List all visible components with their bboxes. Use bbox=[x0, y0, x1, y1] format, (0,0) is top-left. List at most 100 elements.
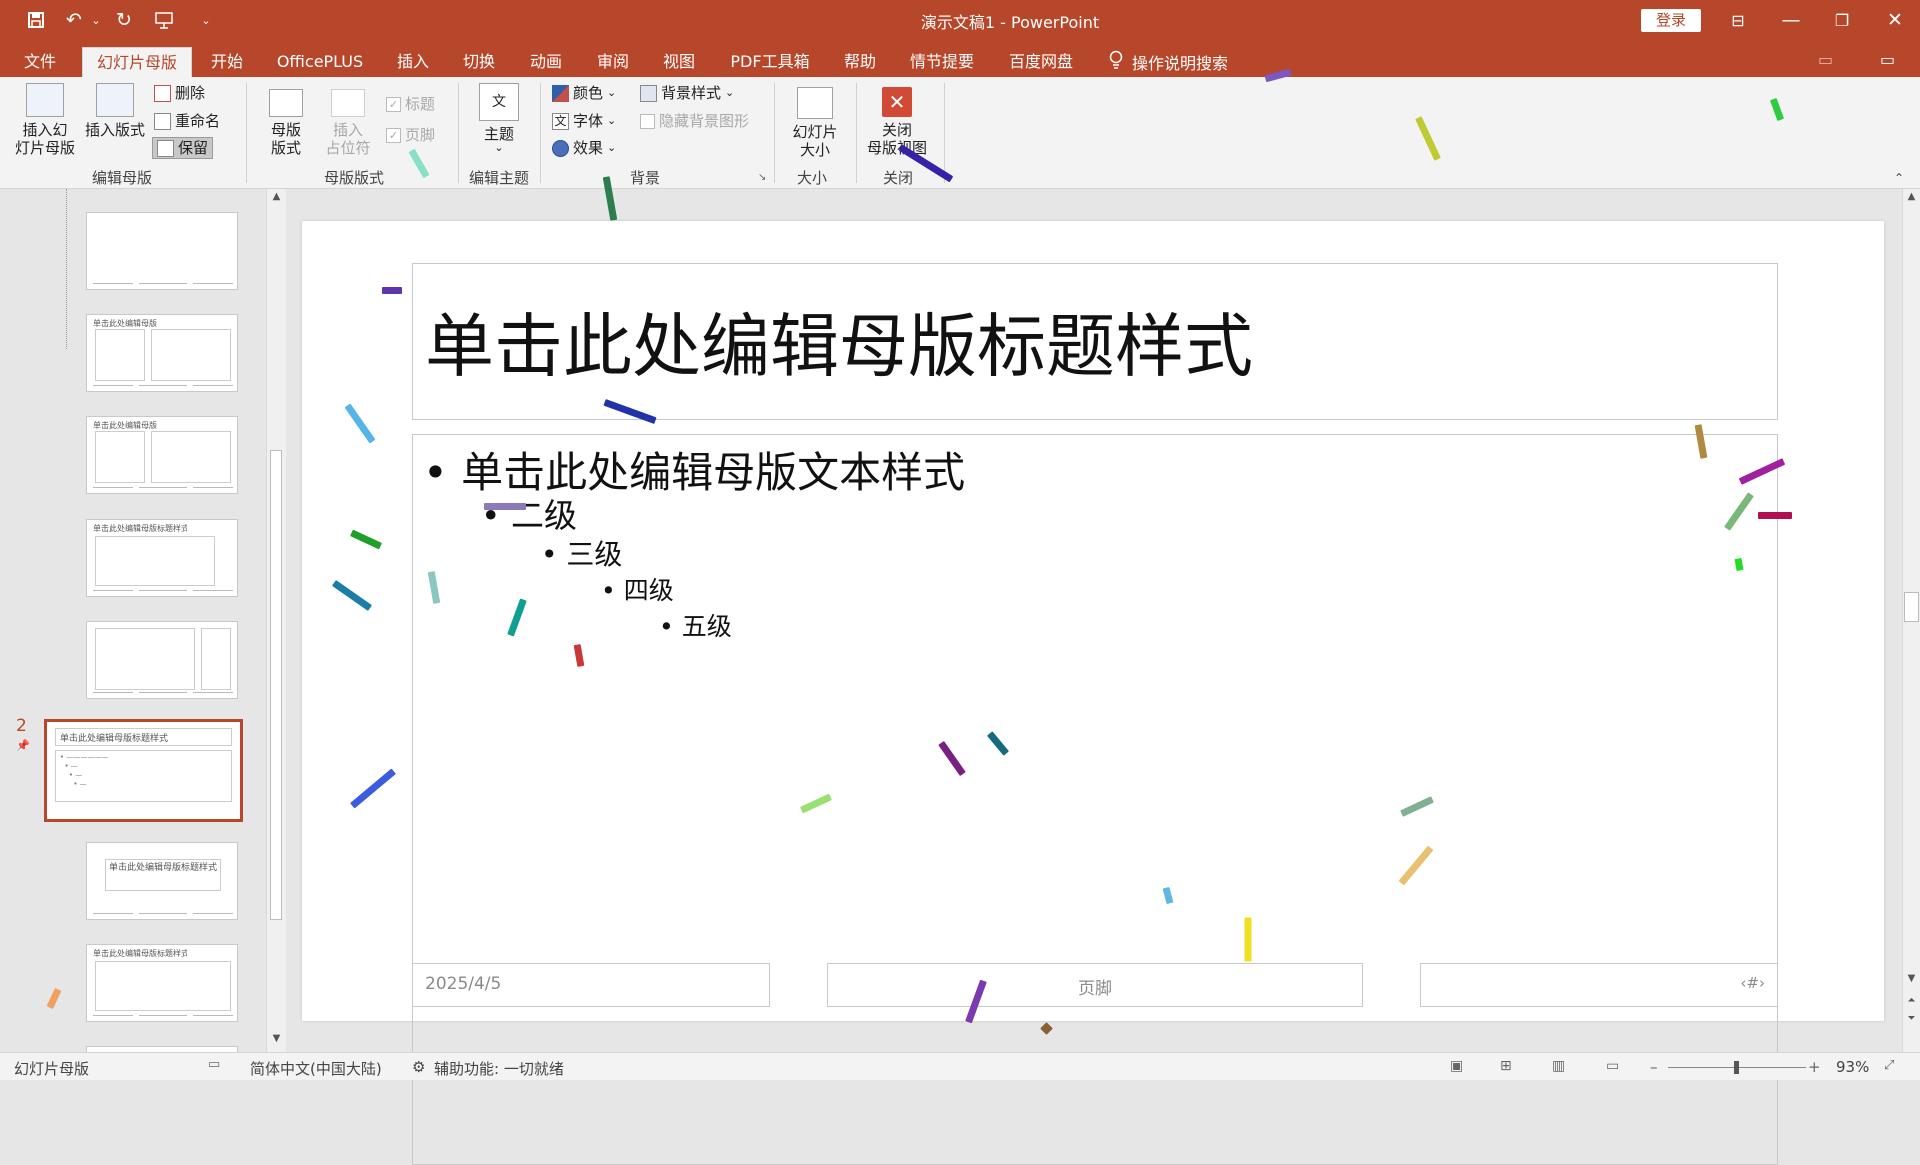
fit-to-window-icon[interactable]: ⤢ bbox=[1884, 1058, 1894, 1073]
slide-scrollbar[interactable]: ▲ ▼ ⏶ ⏷ bbox=[1902, 189, 1920, 1052]
scroll-up-icon[interactable]: ▲ bbox=[1904, 191, 1919, 207]
fonts-button[interactable]: 文 字体 ⌄ bbox=[552, 110, 616, 132]
slide-number-placeholder[interactable]: ‹#› bbox=[1420, 963, 1778, 1007]
undo-dropdown-icon[interactable]: ⌄ bbox=[84, 8, 108, 32]
thumbnail-title: 单击此处编辑母版标题样式 bbox=[93, 524, 187, 533]
insert-slide-master-icon bbox=[26, 83, 64, 117]
thumbnail-content-layout[interactable]: 单击此处编辑母版标题样式 bbox=[86, 944, 238, 1022]
insert-layout-icon bbox=[96, 83, 134, 117]
comments-icon[interactable]: ▭ bbox=[1880, 50, 1895, 69]
normal-view-icon[interactable]: ▣ bbox=[1450, 1058, 1463, 1074]
slide-size-button[interactable]: 幻灯片 大小 bbox=[782, 87, 848, 159]
slide-sorter-icon[interactable]: ⊞ bbox=[1500, 1058, 1512, 1074]
restore-icon[interactable]: ❐ bbox=[1830, 8, 1854, 32]
spelling-icon[interactable]: ▭ bbox=[208, 1057, 220, 1072]
accessibility-icon[interactable]: ⚙ bbox=[412, 1058, 425, 1076]
thumbnail-title: 单击此处编辑母版标题样式 bbox=[105, 859, 221, 891]
preserve-button[interactable]: 保留 bbox=[152, 137, 214, 159]
thumbnail-layout-3[interactable]: 单击此处编辑母版标题样式 bbox=[86, 416, 238, 494]
title-checkbox[interactable]: ✓ 标题 bbox=[386, 93, 435, 115]
tab-home[interactable]: 开始 bbox=[200, 47, 254, 77]
colors-button[interactable]: 颜色 ⌄ bbox=[552, 82, 616, 104]
master-layout-button[interactable]: 母版 版式 bbox=[256, 89, 316, 157]
zoom-slider-thumb[interactable] bbox=[1734, 1061, 1740, 1074]
date-placeholder[interactable]: 2025/4/5 bbox=[412, 963, 770, 1007]
thumbnail-layout-1[interactable] bbox=[86, 212, 238, 290]
minimize-icon[interactable]: — bbox=[1779, 8, 1803, 32]
themes-button[interactable]: 文 主题 ⌄ bbox=[470, 83, 528, 153]
background-styles-button[interactable]: 背景样式 ⌄ bbox=[640, 82, 734, 104]
undo-icon[interactable]: ↶ bbox=[62, 8, 86, 32]
status-language[interactable]: 简体中文(中国大陆) bbox=[250, 1058, 382, 1079]
tab-transitions[interactable]: 切换 bbox=[452, 47, 506, 77]
customize-toolbar-icon[interactable]: ⌄ bbox=[194, 8, 218, 32]
scroll-down-icon[interactable]: ▼ bbox=[1904, 973, 1919, 989]
delete-button[interactable]: 删除 bbox=[154, 82, 205, 104]
rename-icon bbox=[154, 112, 171, 130]
thumbnail-layout-4[interactable]: 单击此处编辑母版标题样式 bbox=[86, 519, 238, 597]
themes-dropdown-icon: ⌄ bbox=[494, 141, 504, 154]
rename-label: 重命名 bbox=[175, 112, 221, 130]
present-from-start-icon[interactable] bbox=[152, 8, 176, 32]
thumbnail-layout-5[interactable] bbox=[86, 621, 238, 699]
status-accessibility[interactable]: 辅助功能: 一切就绪 bbox=[434, 1058, 564, 1079]
effects-button[interactable]: 效果 ⌄ bbox=[552, 137, 616, 159]
slide-scroll-thumb[interactable] bbox=[1904, 592, 1919, 622]
tab-view[interactable]: 视图 bbox=[652, 47, 706, 77]
scroll-down-icon[interactable]: ▼ bbox=[269, 1033, 284, 1049]
close-master-view-button[interactable]: ✕ 关闭 母版视图 bbox=[864, 87, 930, 157]
tab-file[interactable]: 文件 bbox=[14, 47, 66, 77]
footer-placeholder[interactable]: 页脚 bbox=[827, 963, 1363, 1007]
footer-checkbox[interactable]: ✓ 页脚 bbox=[386, 124, 435, 146]
tell-me-search[interactable]: 操作说明搜索 bbox=[1108, 47, 1228, 77]
tab-review[interactable]: 审阅 bbox=[586, 47, 640, 77]
rename-button[interactable]: 重命名 bbox=[154, 110, 220, 132]
tab-storyboarding[interactable]: 情节提要 bbox=[904, 47, 980, 77]
reading-view-icon[interactable]: ▥ bbox=[1552, 1058, 1565, 1074]
zoom-level[interactable]: 93% bbox=[1836, 1058, 1869, 1076]
next-slide-icon[interactable]: ⏷ bbox=[1904, 1013, 1919, 1029]
hide-background-graphics-checkbox[interactable]: 隐藏背景图形 bbox=[640, 110, 749, 132]
close-window-icon[interactable]: ✕ bbox=[1883, 8, 1907, 32]
close-master-label: 关闭 母版视图 bbox=[866, 121, 927, 157]
tab-slide-master[interactable]: 幻灯片母版 bbox=[82, 47, 192, 77]
scroll-up-icon[interactable]: ▲ bbox=[269, 191, 284, 207]
save-icon[interactable] bbox=[24, 8, 48, 32]
master-layout-label: 母版 版式 bbox=[270, 121, 301, 157]
slide-show-icon[interactable]: ▭ bbox=[1606, 1058, 1619, 1074]
previous-slide-icon[interactable]: ⏶ bbox=[1904, 995, 1919, 1011]
tab-pdf-toolbox[interactable]: PDF工具箱 bbox=[722, 47, 818, 77]
ribbon-display-options-icon[interactable]: ⊟ bbox=[1726, 8, 1750, 32]
collapse-ribbon-icon[interactable]: ⌃ bbox=[1894, 171, 1904, 185]
tab-baidu-netdisk[interactable]: 百度网盘 bbox=[998, 47, 1084, 77]
tab-help[interactable]: 帮助 bbox=[834, 47, 886, 77]
zoom-in-icon[interactable]: + bbox=[1808, 1058, 1821, 1076]
body-level-2: • 二级 bbox=[481, 496, 577, 535]
thumbnail-scrollbar[interactable]: ▲ ▼ bbox=[266, 189, 286, 1052]
dialog-launcher-icon[interactable]: ↘ bbox=[758, 172, 766, 183]
tab-insert[interactable]: 插入 bbox=[386, 47, 440, 77]
close-master-icon: ✕ bbox=[882, 87, 912, 117]
thumbnail-scroll-thumb[interactable] bbox=[270, 450, 282, 920]
redo-icon[interactable]: ↻ bbox=[112, 8, 136, 32]
slide-number-text: ‹#› bbox=[1740, 974, 1765, 992]
ribbon: 插入幻 灯片母版 插入版式 删除 重命名 保留 编辑母版 母版 版式 插入 占位… bbox=[0, 77, 1920, 189]
slide-canvas[interactable]: 单击此处编辑母版标题样式 • 单击此处编辑母版文本样式 • 二级 • 三级 • … bbox=[302, 221, 1884, 1165]
ribbon-separator bbox=[856, 83, 857, 183]
title-placeholder[interactable]: 单击此处编辑母版标题样式 bbox=[412, 263, 1778, 420]
tab-animations[interactable]: 动画 bbox=[518, 47, 574, 77]
insert-layout-button[interactable]: 插入版式 bbox=[80, 83, 150, 139]
zoom-out-icon[interactable]: – bbox=[1650, 1058, 1658, 1076]
zoom-slider[interactable] bbox=[1668, 1061, 1806, 1074]
thumbnail-layout-2[interactable]: 单击此处编辑母版标题样式 bbox=[86, 314, 238, 392]
tab-officeplus[interactable]: OfficePLUS bbox=[270, 47, 370, 77]
body-level-4-text: 四级 bbox=[623, 576, 674, 605]
thumbnail-title-layout[interactable]: 单击此处编辑母版标题样式 bbox=[86, 842, 238, 920]
insert-placeholder-button[interactable]: 插入 占位符 bbox=[316, 89, 380, 157]
thumbnail-master-selected[interactable]: 单击此处编辑母版标题样式 • —————— • — • — • — bbox=[44, 719, 243, 822]
ribbon-tab-bar: 文件 幻灯片母版 开始 OfficePLUS 插入 切换 动画 审阅 视图 PD… bbox=[0, 40, 1920, 77]
title-checkbox-icon: ✓ bbox=[386, 96, 401, 112]
group-background: 背景 bbox=[629, 169, 660, 187]
insert-slide-master-button[interactable]: 插入幻 灯片母版 bbox=[8, 83, 82, 157]
sign-in-button[interactable]: 登录 bbox=[1641, 9, 1701, 32]
